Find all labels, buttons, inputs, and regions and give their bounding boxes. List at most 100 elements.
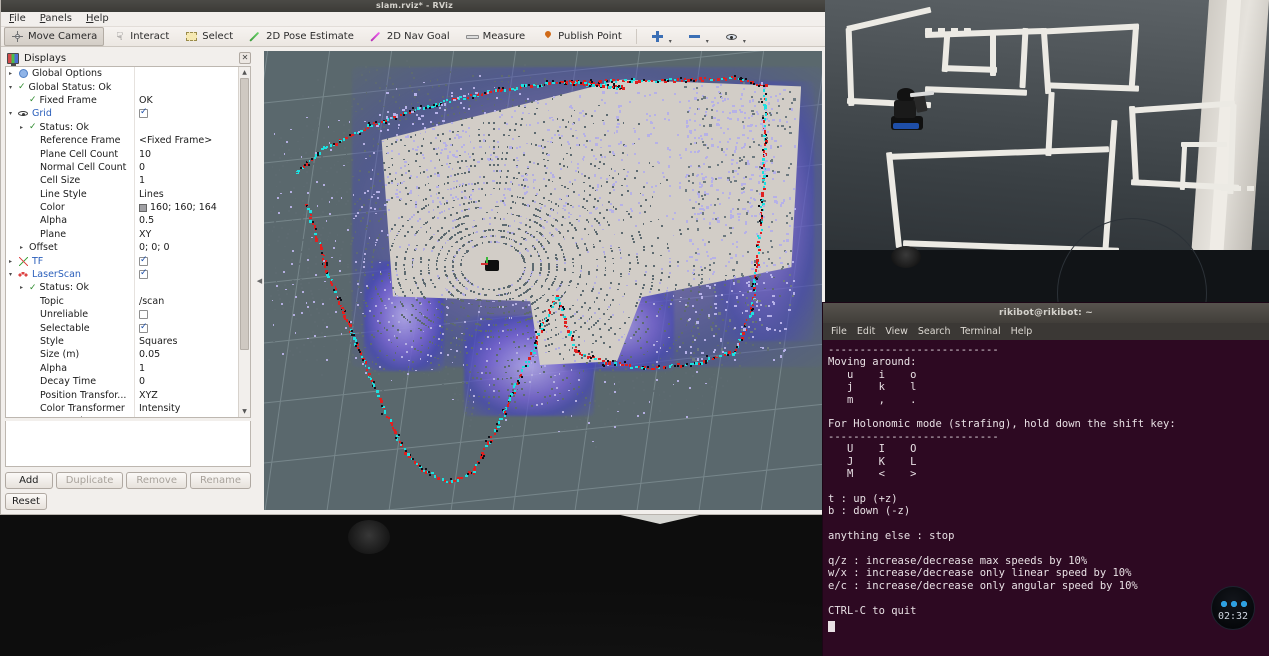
scroll-up-icon[interactable]: ▲	[242, 67, 247, 78]
scroll-down-icon[interactable]: ▼	[242, 406, 247, 417]
camera-feed-window[interactable]	[825, 0, 1269, 302]
terminal-menu-search[interactable]: Search	[918, 326, 951, 337]
twisty-open-icon[interactable]: ▾	[6, 84, 15, 91]
terminal-menu-terminal[interactable]: Terminal	[961, 326, 1001, 337]
display-property-row[interactable]: Style Squares	[6, 334, 238, 349]
display-property-row[interactable]: Line Style Lines	[6, 187, 238, 201]
property-value[interactable]: 10	[134, 415, 238, 417]
chevron-down-icon[interactable]: ▾	[706, 38, 709, 45]
rviz-titlebar[interactable]: slam.rviz* - RViz	[1, 0, 828, 12]
add-button[interactable]: Add	[5, 472, 53, 489]
menu-help[interactable]: Help	[86, 13, 109, 24]
property-value[interactable]: 1	[134, 174, 238, 188]
checkbox[interactable]	[139, 310, 148, 320]
twisty-open-icon[interactable]: ▾	[6, 110, 15, 117]
twisty-closed-icon[interactable]: ▸	[6, 70, 15, 77]
displays-tree[interactable]: ▸ Global Options ▾ ✓ Global Status: Ok ✓ Fixed…	[5, 66, 251, 418]
rviz-menubar[interactable]: File Panels Help	[1, 11, 826, 27]
display-property-row[interactable]: Color 160; 160; 164	[6, 200, 238, 215]
display-property-row[interactable]: Plane Cell Count 10	[6, 147, 238, 161]
property-value[interactable]: <Fixed Frame>	[134, 133, 238, 148]
property-value[interactable]	[134, 321, 238, 335]
tool-view-visibility[interactable]: ▾	[718, 27, 753, 46]
property-value[interactable]	[134, 107, 238, 121]
display-property-row[interactable]: Size (m) 0.05	[6, 348, 238, 362]
display-property-row[interactable]: ▾ Grid	[6, 107, 238, 121]
display-property-row[interactable]: Color Transformer Intensity	[6, 401, 238, 416]
display-property-row[interactable]: ▸ Global Options	[6, 67, 238, 81]
displays-tree-rows[interactable]: ▸ Global Options ▾ ✓ Global Status: Ok ✓ Fixed…	[6, 67, 238, 417]
menu-file[interactable]: File	[9, 13, 26, 24]
display-property-row[interactable]: Alpha 0.5	[6, 214, 238, 228]
display-property-row[interactable]: ▸ ✓ Status: Ok	[6, 120, 238, 134]
terminal-menubar[interactable]: File Edit View Search Terminal Help	[823, 323, 1269, 340]
collapse-left-icon[interactable]: ◀	[257, 277, 262, 285]
display-property-row[interactable]: ▸ TF	[6, 254, 238, 268]
property-value[interactable]: 1	[134, 361, 238, 375]
terminal-menu-view[interactable]: View	[885, 326, 908, 337]
tool-measure[interactable]: Measure	[459, 27, 533, 46]
reset-button[interactable]: Reset	[5, 493, 47, 510]
terminal-menu-file[interactable]: File	[831, 326, 847, 337]
twisty-closed-icon[interactable]: ▸	[17, 124, 26, 131]
display-property-row[interactable]: Plane XY	[6, 227, 238, 242]
terminal-menu-help[interactable]: Help	[1011, 326, 1033, 337]
checkbox[interactable]	[139, 268, 148, 280]
property-value[interactable]	[134, 308, 238, 322]
display-property-row[interactable]: Cell Size 1	[6, 174, 238, 188]
twisty-closed-icon[interactable]: ▸	[17, 284, 26, 291]
property-value[interactable]: /scan	[134, 294, 238, 309]
tool-add-view[interactable]: ▾	[644, 27, 679, 46]
property-value[interactable]: 0	[134, 374, 238, 389]
displays-panel[interactable]: Displays ✕ ▸ Global Options ▾ ✓ Global Statu…	[1, 47, 255, 514]
terminal-output[interactable]: --------------------------- Moving around…	[823, 340, 1269, 656]
tool-2d-nav-goal[interactable]: 2D Nav Goal	[363, 27, 457, 46]
display-property-row[interactable]: Queue Size10	[6, 415, 238, 417]
chevron-down-icon[interactable]: ▾	[743, 38, 746, 45]
duplicate-button[interactable]: Duplicate	[55, 472, 124, 489]
terminal-menu-edit[interactable]: Edit	[857, 326, 875, 337]
display-property-row[interactable]: ✓ Fixed Frame OK	[6, 93, 238, 108]
display-property-row[interactable]: ▾ LaserScan	[6, 267, 238, 282]
display-property-row[interactable]: Reference Frame <Fixed Frame>	[6, 133, 238, 148]
rviz-3d-viewport[interactable]	[264, 51, 822, 510]
property-value[interactable]: Squares	[134, 334, 238, 349]
property-value[interactable]	[134, 254, 238, 268]
display-property-row[interactable]: Unreliable	[6, 308, 238, 322]
display-property-row[interactable]: Position Transfor... XYZ	[6, 388, 238, 402]
rviz-toolbar[interactable]: Move Camera ☟ Interact Select 2D Pose Es…	[1, 27, 826, 47]
tool-publish-point[interactable]: Publish Point	[534, 27, 629, 46]
display-property-row[interactable]: ▾ ✓ Global Status: Ok	[6, 80, 238, 94]
scrollbar-thumb[interactable]	[240, 78, 249, 350]
property-value[interactable]	[134, 80, 238, 94]
display-property-row[interactable]: Alpha 1	[6, 361, 238, 375]
chevron-down-icon[interactable]: ▾	[669, 38, 672, 45]
rviz-window[interactable]: slam.rviz* - RViz File Panels Help Move …	[0, 0, 828, 515]
property-value[interactable]	[134, 120, 238, 134]
terminal-titlebar[interactable]: rikibot@rikibot: ~	[823, 303, 1269, 323]
display-property-row[interactable]: Normal Cell Count 0	[6, 160, 238, 175]
checkbox[interactable]	[139, 255, 148, 266]
property-value[interactable]: Lines	[134, 187, 238, 201]
property-value[interactable]: XYZ	[134, 388, 238, 402]
menu-panels[interactable]: Panels	[40, 13, 72, 24]
checkbox[interactable]	[139, 322, 148, 333]
display-property-row[interactable]: Decay Time 0	[6, 374, 238, 389]
twisty-open-icon[interactable]: ▾	[6, 271, 15, 278]
displays-buttons[interactable]: Add Duplicate Remove Rename	[5, 472, 251, 489]
tool-move-camera[interactable]: Move Camera	[4, 27, 105, 46]
remove-button[interactable]: Remove	[126, 472, 187, 489]
property-value[interactable]: 0.05	[134, 348, 238, 362]
property-value[interactable]: XY	[134, 227, 238, 242]
display-property-row[interactable]: Topic/scan	[6, 294, 238, 309]
color-swatch[interactable]	[139, 203, 147, 212]
property-value[interactable]: 0; 0; 0	[134, 241, 238, 255]
property-value[interactable]: OK	[134, 93, 238, 108]
twisty-closed-icon[interactable]: ▸	[17, 244, 26, 251]
tool-2d-pose-estimate[interactable]: 2D Pose Estimate	[242, 27, 361, 46]
display-property-row[interactable]: ▸ ✓ Status: Ok	[6, 281, 238, 295]
rename-button[interactable]: Rename	[189, 472, 251, 489]
property-value[interactable]: 10	[134, 147, 238, 161]
close-icon[interactable]: ✕	[239, 52, 251, 64]
displays-scrollbar[interactable]: ▲ ▼	[238, 67, 250, 417]
